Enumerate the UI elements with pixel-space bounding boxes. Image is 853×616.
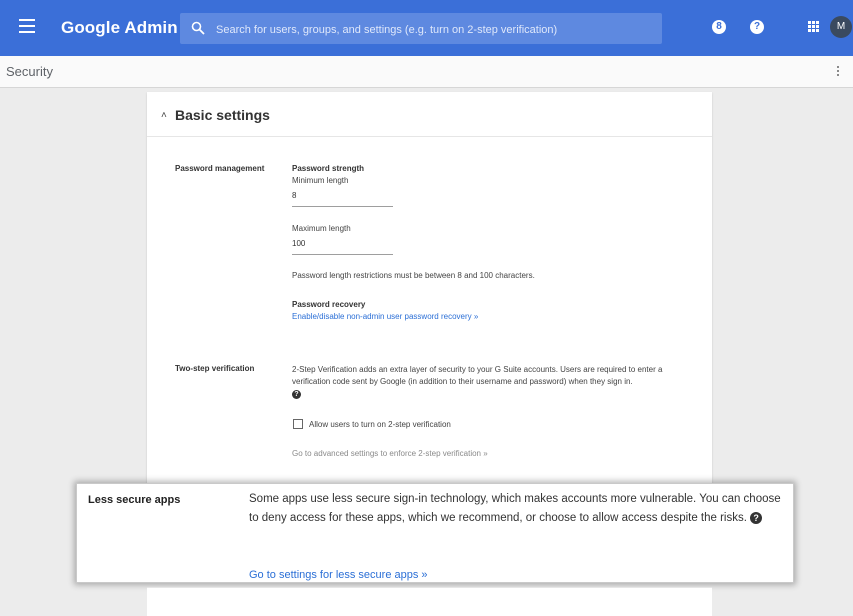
- avatar[interactable]: M: [830, 16, 852, 38]
- page-title: Security: [6, 64, 53, 79]
- minimum-length-field[interactable]: [292, 191, 393, 207]
- length-restriction-note: Password length restrictions must be bet…: [292, 271, 535, 280]
- password-management-label: Password management: [175, 164, 265, 173]
- next-card-edge: [147, 587, 712, 616]
- allow-two-step-checkbox[interactable]: [293, 419, 303, 429]
- less-secure-apps-description-text: Some apps use less secure sign-in techno…: [249, 493, 781, 524]
- search-bar[interactable]: [180, 13, 662, 46]
- help-icon[interactable]: ?: [750, 511, 763, 524]
- maximum-length-label: Maximum length: [292, 224, 351, 233]
- less-secure-apps-callout: Less secure apps Some apps use less secu…: [76, 483, 794, 583]
- page-header: Security: [0, 56, 853, 88]
- advanced-two-step-link[interactable]: Go to advanced settings to enforce 2-ste…: [292, 449, 488, 458]
- password-strength-heading: Password strength: [292, 164, 365, 173]
- password-recovery-heading: Password recovery: [292, 300, 366, 309]
- chevron-up-icon: ˄: [161, 110, 167, 121]
- less-secure-apps-description: Some apps use less secure sign-in techno…: [249, 490, 789, 528]
- more-options-icon[interactable]: [837, 66, 840, 78]
- search-input[interactable]: [214, 13, 658, 46]
- main-menu-icon[interactable]: [19, 19, 35, 33]
- less-secure-apps-link[interactable]: Go to settings for less secure apps »: [249, 569, 428, 581]
- support-icon[interactable]: 8: [712, 20, 726, 34]
- password-recovery-link[interactable]: Enable/disable non-admin user password r…: [292, 312, 478, 321]
- two-step-description-text: 2-Step Verification adds an extra layer …: [292, 365, 663, 386]
- two-step-verification-label: Two-step verification: [175, 364, 255, 373]
- help-icon[interactable]: ?: [292, 390, 301, 399]
- less-secure-apps-label: Less secure apps: [88, 494, 181, 506]
- maximum-length-field[interactable]: [292, 239, 393, 255]
- basic-settings-card: ˄ Basic settings Password management Pas…: [147, 92, 712, 487]
- basic-settings-header[interactable]: ˄ Basic settings: [147, 92, 712, 137]
- search-icon: [191, 21, 205, 35]
- card-title: Basic settings: [175, 107, 270, 123]
- two-step-description: 2-Step Verification adds an extra layer …: [292, 364, 692, 400]
- help-icon[interactable]: ?: [750, 20, 764, 34]
- apps-grid-icon[interactable]: [808, 21, 819, 32]
- allow-two-step-label: Allow users to turn on 2-step verificati…: [309, 420, 451, 429]
- minimum-length-label: Minimum length: [292, 176, 349, 185]
- app-brand[interactable]: Google Admin: [61, 18, 178, 38]
- top-app-bar: Google Admin 8 ? M: [0, 0, 853, 56]
